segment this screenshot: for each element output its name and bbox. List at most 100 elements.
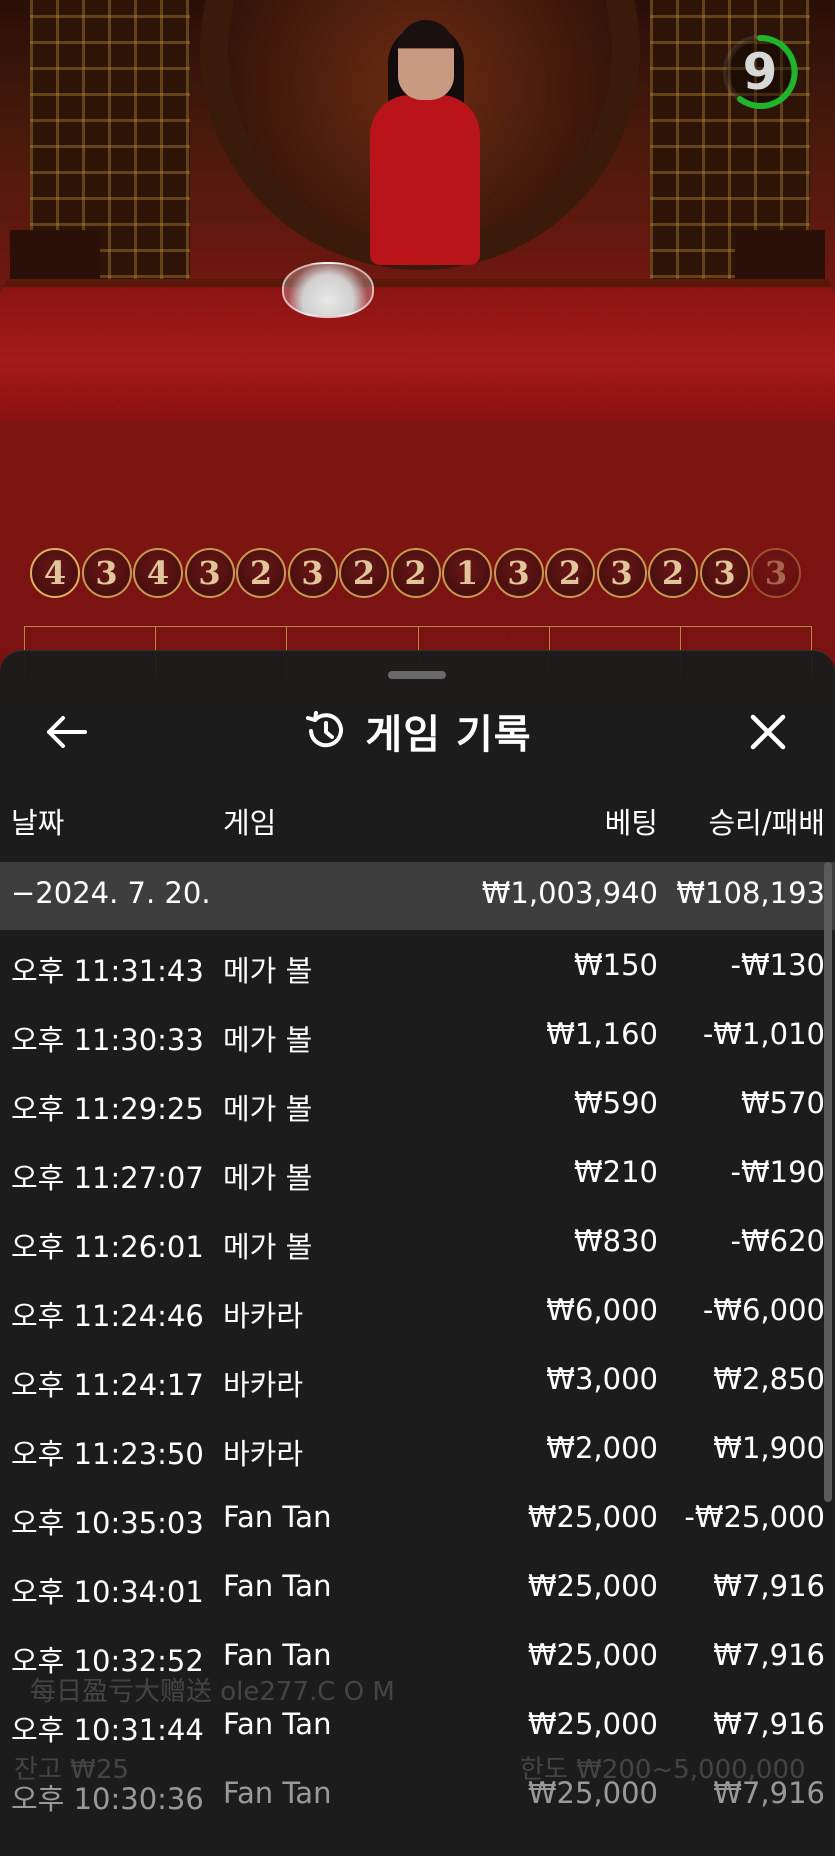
row-bet: ₩2,000 [546, 1431, 658, 1465]
sheet-drag-handle[interactable] [388, 671, 446, 679]
result-bead: 4 [133, 548, 183, 598]
app-root: 9 434323221323233 게임 기록 每日盈亏大赠送 ole277.C… [0, 0, 835, 1856]
history-row[interactable]: 오후 11:30:33 메가 볼 ₩1,160 -₩1,010 [0, 999, 835, 1068]
row-time: 오후 10:34:01 [11, 1569, 204, 1611]
row-win-loss: -₩1,010 [703, 1017, 825, 1051]
row-time: 오후 10:32:52 [11, 1638, 204, 1680]
result-bead: 1 [442, 548, 492, 598]
result-bead: 3 [700, 548, 750, 598]
row-win-loss: -₩25,000 [684, 1500, 825, 1534]
row-time: 오후 11:27:07 [11, 1155, 204, 1197]
column-header-bet: 베팅 [605, 800, 658, 842]
row-win-loss: ₩2,850 [713, 1362, 825, 1396]
row-bet: ₩25,000 [528, 1776, 658, 1810]
close-button[interactable] [738, 707, 798, 757]
history-row[interactable]: 오후 11:24:46 바카라 ₩6,000 -₩6,000 [0, 1275, 835, 1344]
history-row[interactable]: 오후 11:31:43 메가 볼 ₩150 -₩130 [0, 930, 835, 999]
row-time: 오후 10:35:03 [11, 1500, 204, 1542]
row-game: 메가 볼 [223, 1224, 312, 1266]
row-bet: ₩150 [574, 948, 658, 982]
sheet-title: 게임 기록 [365, 702, 531, 760]
sheet-header: 게임 기록 [0, 691, 835, 771]
row-win-loss: -₩190 [731, 1155, 826, 1189]
history-row[interactable]: 오후 10:30:36 Fan Tan ₩25,000 ₩7,916 [0, 1758, 835, 1827]
row-win-loss: ₩570 [741, 1086, 825, 1120]
result-bead: 3 [288, 548, 338, 598]
row-win-loss: ₩7,916 [713, 1569, 825, 1603]
column-header-date: 날짜 [11, 800, 64, 842]
row-bet: ₩25,000 [528, 1638, 658, 1672]
history-list: 오후 11:31:43 메가 볼 ₩150 -₩130 오후 11:30:33 메가 볼 ₩… [0, 930, 835, 1827]
history-row[interactable]: 오후 11:27:07 메가 볼 ₩210 -₩190 [0, 1137, 835, 1206]
row-bet: ₩590 [574, 1086, 658, 1120]
row-win-loss: -₩130 [731, 948, 826, 982]
row-win-loss: ₩7,916 [713, 1776, 825, 1810]
date-group-row[interactable]: −2024. 7. 20. ₩1,003,940 ₩108,193 [0, 862, 835, 930]
history-row[interactable]: 오후 11:24:17 바카라 ₩3,000 ₩2,850 [0, 1344, 835, 1413]
row-bet: ₩25,000 [528, 1500, 658, 1534]
history-row[interactable]: 오후 11:26:01 메가 볼 ₩830 -₩620 [0, 1206, 835, 1275]
row-bet: ₩6,000 [546, 1293, 658, 1327]
row-win-loss: ₩7,916 [713, 1707, 825, 1741]
row-game: Fan Tan [223, 1638, 331, 1672]
row-bet: ₩210 [574, 1155, 658, 1189]
result-bead: 3 [597, 548, 647, 598]
timer-value: 9 [720, 32, 800, 112]
table-header: 날짜 게임 베팅 승리/패배 [0, 786, 835, 846]
row-game: 바카라 [223, 1293, 303, 1335]
row-game: Fan Tan [223, 1776, 331, 1810]
row-game: 바카라 [223, 1362, 303, 1404]
row-win-loss: ₩1,900 [713, 1431, 825, 1465]
row-time: 오후 11:26:01 [11, 1224, 204, 1266]
row-game: Fan Tan [223, 1500, 331, 1534]
sheet-title-wrap: 게임 기록 [0, 691, 835, 771]
column-header-game: 게임 [223, 800, 276, 842]
group-bet-total: ₩1,003,940 [482, 876, 658, 910]
game-table [0, 279, 835, 421]
row-time: 오후 11:23:50 [11, 1431, 204, 1473]
back-button[interactable] [36, 707, 96, 757]
history-row[interactable]: 오후 10:31:44 Fan Tan ₩25,000 ₩7,916 [0, 1689, 835, 1758]
group-win-loss-total: ₩108,193 [676, 876, 825, 910]
row-win-loss: -₩620 [731, 1224, 826, 1258]
arrow-left-icon [45, 715, 87, 749]
row-time: 오후 10:31:44 [11, 1707, 204, 1749]
row-time: 오후 10:30:36 [11, 1776, 204, 1818]
row-time: 오후 11:30:33 [11, 1017, 204, 1059]
history-clock-icon [303, 709, 347, 753]
row-time: 오후 11:24:17 [11, 1362, 204, 1404]
result-bead: 3 [494, 548, 544, 598]
scrollbar[interactable] [824, 862, 832, 1502]
row-game: 메가 볼 [223, 1017, 312, 1059]
result-bead: 2 [391, 548, 441, 598]
result-bead: 3 [751, 548, 801, 598]
row-win-loss: -₩6,000 [703, 1293, 825, 1327]
dealer-figure [370, 95, 480, 265]
results-bead-strip: 434323221323233 [30, 548, 803, 604]
history-row[interactable]: 오후 11:23:50 바카라 ₩2,000 ₩1,900 [0, 1413, 835, 1482]
row-bet: ₩25,000 [528, 1569, 658, 1603]
group-date: −2024. 7. 20. [11, 876, 211, 910]
close-icon [748, 712, 788, 752]
result-bead: 4 [30, 548, 80, 598]
row-game: 메가 볼 [223, 948, 312, 990]
row-bet: ₩830 [574, 1224, 658, 1258]
row-game: 메가 볼 [223, 1086, 312, 1128]
result-bead: 2 [545, 548, 595, 598]
row-game: 메가 볼 [223, 1155, 312, 1197]
history-row[interactable]: 오후 10:34:01 Fan Tan ₩25,000 ₩7,916 [0, 1551, 835, 1620]
result-bead: 2 [339, 548, 389, 598]
bead-bowl [282, 262, 374, 318]
row-time: 오후 11:29:25 [11, 1086, 204, 1128]
history-row[interactable]: 오후 11:29:25 메가 볼 ₩590 ₩570 [0, 1068, 835, 1137]
history-row[interactable]: 오후 10:35:03 Fan Tan ₩25,000 -₩25,000 [0, 1482, 835, 1551]
row-game: Fan Tan [223, 1707, 331, 1741]
result-bead: 3 [185, 548, 235, 598]
row-win-loss: ₩7,916 [713, 1638, 825, 1672]
result-bead: 3 [82, 548, 132, 598]
row-time: 오후 11:24:46 [11, 1293, 204, 1335]
row-bet: ₩25,000 [528, 1707, 658, 1741]
history-row[interactable]: 오후 10:32:52 Fan Tan ₩25,000 ₩7,916 [0, 1620, 835, 1689]
countdown-timer: 9 [720, 32, 800, 112]
row-game: Fan Tan [223, 1569, 331, 1603]
